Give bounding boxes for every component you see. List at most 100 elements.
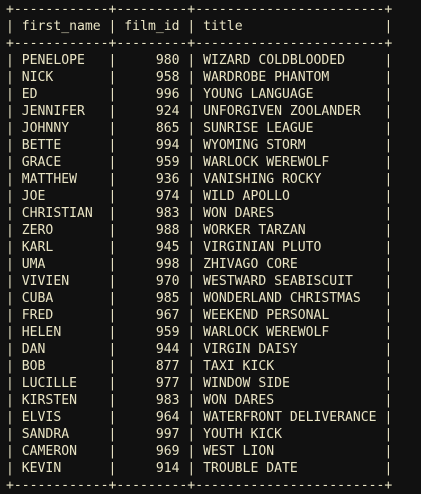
- table-cell-title: WORKER TARZAN: [203, 223, 306, 238]
- table-cell-film-id: 985: [155, 291, 180, 306]
- table-cell-title: WON DARES: [203, 206, 275, 221]
- table-cell-title: YOUNG LANGUAGE: [203, 87, 314, 102]
- table-cell-title: WATERFRONT DELIVERANCE: [203, 410, 377, 425]
- table-row: | FRED | 967 | WEEKEND PERSONAL |: [6, 308, 393, 323]
- table-row: | KIRSTEN | 983 | WON DARES |: [6, 393, 393, 408]
- table-cell-title: YOUTH KICK: [203, 427, 282, 442]
- table-cell-title: WONDERLAND CHRISTMAS: [203, 291, 361, 306]
- table-cell-first-name: BOB: [21, 359, 46, 374]
- table-cell-first-name: CUBA: [21, 291, 54, 306]
- table-row: | BETTE | 994 | WYOMING STORM |: [6, 138, 393, 153]
- table-cell-first-name: ELVIS: [21, 410, 62, 425]
- table-cell-film-id: 969: [155, 444, 180, 459]
- table-cell-film-id: 959: [155, 155, 180, 170]
- table-cell-title: VIRGINIAN PLUTO: [203, 240, 322, 255]
- table-cell-film-id: 967: [155, 308, 180, 323]
- table-row: | ELVIS | 964 | WATERFRONT DELIVERANCE |: [6, 410, 393, 425]
- table-row: | SANDRA | 997 | YOUTH KICK |: [6, 427, 393, 442]
- table-cell-film-id: 936: [155, 172, 180, 187]
- table-cell-film-id: 865: [155, 121, 180, 136]
- table-cell-first-name: KIRSTEN: [21, 393, 77, 408]
- table-cell-title: WINDOW SIDE: [203, 376, 290, 391]
- table-cell-first-name: JENNIFER: [21, 104, 85, 119]
- table-row: | DAN | 944 | VIRGIN DAISY |: [6, 342, 393, 357]
- table-row: | KARL | 945 | VIRGINIAN PLUTO |: [6, 240, 393, 255]
- table-cell-film-id: 983: [155, 206, 180, 221]
- table-cell-first-name: JOE: [21, 189, 46, 204]
- table-row: | NICK | 958 | WARDROBE PHANTOM |: [6, 70, 393, 85]
- table-cell-first-name: DAN: [21, 342, 46, 357]
- table-row: | GRACE | 959 | WARLOCK WEREWOLF |: [6, 155, 393, 170]
- table-cell-title: SUNRISE LEAGUE: [203, 121, 314, 136]
- table-cell-first-name: UMA: [21, 257, 46, 272]
- column-header-film-id: film_id: [124, 19, 180, 34]
- table-cell-first-name: KEVIN: [21, 461, 62, 476]
- table-cell-title: VIRGIN DAISY: [203, 342, 298, 357]
- table-cell-film-id: 914: [155, 461, 180, 476]
- table-cell-film-id: 958: [155, 70, 180, 85]
- table-cell-title: TROUBLE DATE: [203, 461, 298, 476]
- table-row: | HELEN | 959 | WARLOCK WEREWOLF |: [6, 325, 393, 340]
- table-cell-title: TAXI KICK: [203, 359, 275, 374]
- table-cell-film-id: 974: [155, 189, 180, 204]
- table-row: | CHRISTIAN | 983 | WON DARES |: [6, 206, 393, 221]
- table-row: | JOHNNY | 865 | SUNRISE LEAGUE |: [6, 121, 393, 136]
- table-cell-film-id: 994: [155, 138, 180, 153]
- table-cell-title: VANISHING ROCKY: [203, 172, 322, 187]
- table-cell-film-id: 996: [155, 87, 180, 102]
- table-cell-film-id: 877: [155, 359, 180, 374]
- table-cell-first-name: NICK: [21, 70, 54, 85]
- table-row: | KEVIN | 914 | TROUBLE DATE |: [6, 461, 393, 476]
- table-cell-film-id: 998: [155, 257, 180, 272]
- table-cell-title: UNFORGIVEN ZOOLANDER: [203, 104, 361, 119]
- table-row: | CUBA | 985 | WONDERLAND CHRISTMAS |: [6, 291, 393, 306]
- table-cell-film-id: 977: [155, 376, 180, 391]
- table-row: | VIVIEN | 970 | WESTWARD SEABISCUIT |: [6, 274, 393, 289]
- table-cell-first-name: ED: [21, 87, 38, 102]
- table-cell-first-name: PENELOPE: [21, 53, 85, 68]
- table-cell-title: ZHIVAGO CORE: [203, 257, 298, 272]
- table-cell-film-id: 924: [155, 104, 180, 119]
- table-row: | BOB | 877 | TAXI KICK |: [6, 359, 393, 374]
- table-row: | MATTHEW | 936 | VANISHING ROCKY |: [6, 172, 393, 187]
- table-cell-film-id: 959: [155, 325, 180, 340]
- table-cell-first-name: HELEN: [21, 325, 62, 340]
- table-cell-first-name: FRED: [21, 308, 54, 323]
- table-cell-title: WEEKEND PERSONAL: [203, 308, 330, 323]
- table-cell-title: WEST LION: [203, 444, 275, 459]
- table-cell-first-name: CHRISTIAN: [21, 206, 93, 221]
- table-border: +------------+---------+----------------…: [6, 2, 393, 17]
- table-cell-first-name: ZERO: [21, 223, 54, 238]
- table-cell-title: WESTWARD SEABISCUIT: [203, 274, 353, 289]
- table-cell-film-id: 980: [155, 53, 180, 68]
- table-cell-first-name: MATTHEW: [21, 172, 77, 187]
- table-cell-film-id: 983: [155, 393, 180, 408]
- table-row: | LUCILLE | 977 | WINDOW SIDE |: [6, 376, 393, 391]
- table-cell-first-name: CAMERON: [21, 444, 77, 459]
- table-row: | PENELOPE | 980 | WIZARD COLDBLOODED |: [6, 53, 393, 68]
- table-cell-film-id: 944: [155, 342, 180, 357]
- table-cell-title: WIZARD COLDBLOODED: [203, 53, 346, 68]
- table-cell-title: WARLOCK WEREWOLF: [203, 155, 330, 170]
- table-cell-title: WON DARES: [203, 393, 275, 408]
- table-cell-title: WARDROBE PHANTOM: [203, 70, 330, 85]
- table-cell-title: WARLOCK WEREWOLF: [203, 325, 330, 340]
- table-cell-first-name: KARL: [21, 240, 54, 255]
- table-header-row: | first_name | film_id | title |: [6, 19, 393, 34]
- table-row: | JOE | 974 | WILD APOLLO |: [6, 189, 393, 204]
- table-row: | ZERO | 988 | WORKER TARZAN |: [6, 223, 393, 238]
- table-cell-title: WYOMING STORM: [203, 138, 306, 153]
- column-header-first-name: first_name: [21, 19, 101, 34]
- table-row: | UMA | 998 | ZHIVAGO CORE |: [6, 257, 393, 272]
- table-row: | CAMERON | 969 | WEST LION |: [6, 444, 393, 459]
- table-cell-film-id: 964: [155, 410, 180, 425]
- table-row: | ED | 996 | YOUNG LANGUAGE |: [6, 87, 393, 102]
- table-cell-first-name: SANDRA: [21, 427, 70, 442]
- query-result-table: +------------+---------+----------------…: [6, 1, 392, 494]
- table-border: +------------+---------+----------------…: [6, 36, 393, 51]
- terminal-window[interactable]: +------------+---------+----------------…: [0, 0, 421, 493]
- table-cell-first-name: JOHNNY: [21, 121, 70, 136]
- column-header-title: title: [203, 19, 243, 34]
- table-cell-film-id: 988: [155, 223, 180, 238]
- table-cell-film-id: 997: [155, 427, 180, 442]
